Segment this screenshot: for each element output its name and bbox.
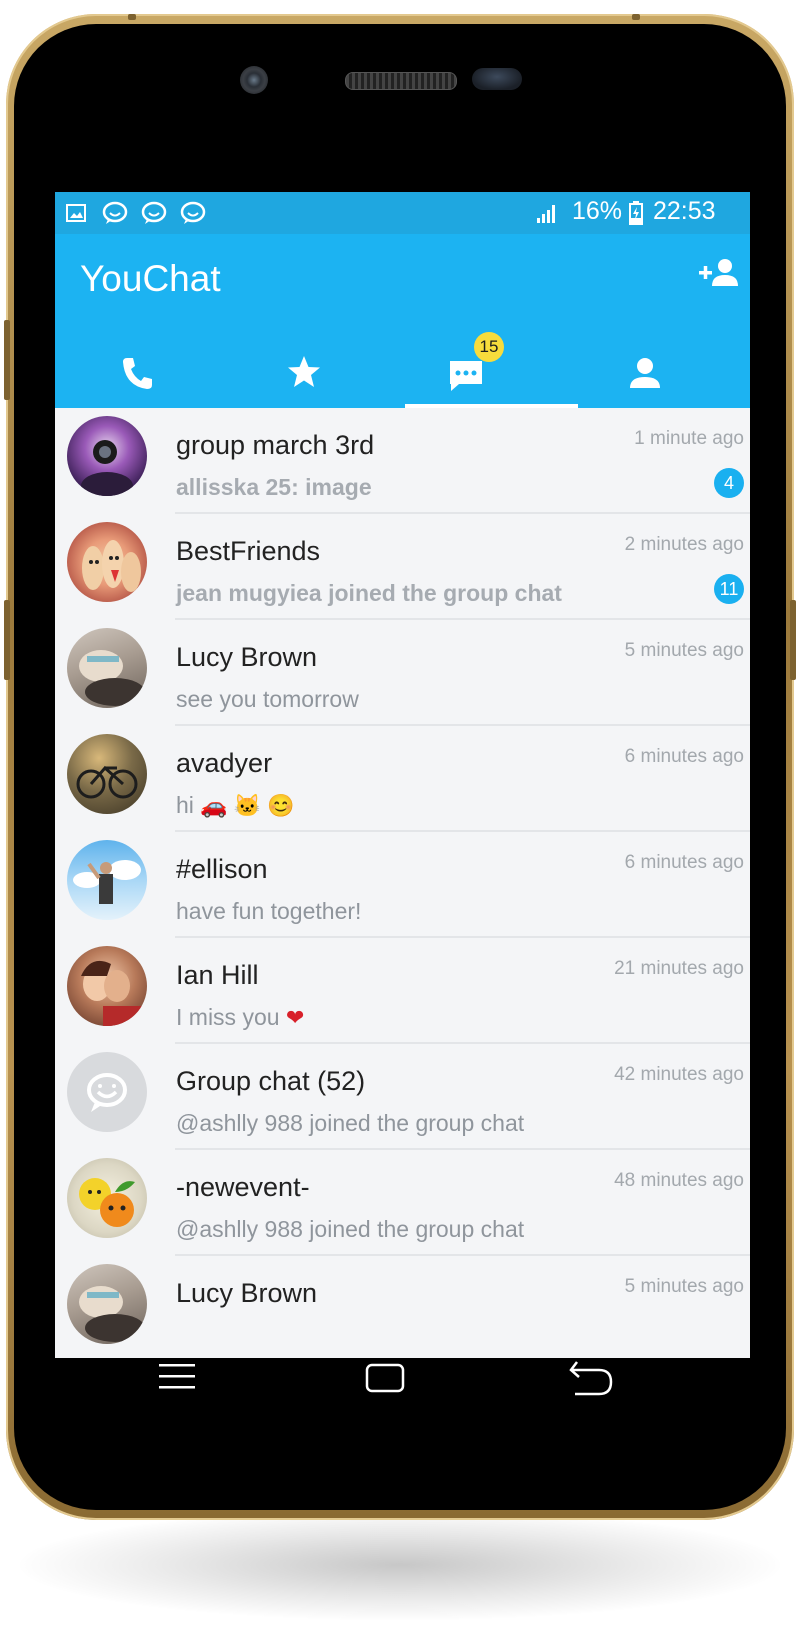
chat-name: Lucy Brown <box>176 642 318 672</box>
frame-notch <box>632 14 640 20</box>
chat-preview: I miss you ❤ <box>176 1004 304 1031</box>
chat-preview: jean mugyiea joined the group chat <box>176 580 562 606</box>
front-camera-icon <box>240 66 268 94</box>
group-chat-icon <box>87 1073 127 1112</box>
tab-contacts[interactable] <box>574 342 747 406</box>
chat-icon <box>141 201 167 224</box>
chat-preview-text: I miss you <box>176 1004 280 1030</box>
list-item[interactable]: Lucy Brown see you tomorrow 5 minutes ag… <box>55 620 750 726</box>
avatar <box>67 416 147 496</box>
chat-time: 6 minutes ago <box>624 852 744 873</box>
navigation-bar <box>55 1358 750 1468</box>
chat-preview: hi 🚗 🐱 😊 <box>176 792 295 819</box>
chat-preview: have fun together! <box>176 898 362 924</box>
chat-time: 6 minutes ago <box>624 746 744 767</box>
list-item[interactable]: Ian Hill I miss you ❤ 21 minutes ago <box>55 938 750 1044</box>
chat-preview: @ashlly 988 joined the group chat <box>176 1110 525 1136</box>
signal-icon <box>537 205 555 223</box>
chat-time: 48 minutes ago <box>614 1170 744 1191</box>
chat-name: Ian Hill <box>176 960 259 990</box>
chat-name: BestFriends <box>176 536 321 566</box>
chat-time: 5 minutes ago <box>624 640 744 661</box>
emoji-set: 🚗 🐱 😊 <box>200 793 295 818</box>
star-icon <box>288 356 320 387</box>
phone-shadow <box>20 1510 780 1620</box>
power-button <box>790 600 796 680</box>
chat-icon <box>102 201 128 224</box>
unread-badge: 11 <box>714 574 744 604</box>
battery-percent: 16% <box>572 197 623 225</box>
status-bar: 16% 22:53 <box>55 192 750 234</box>
avatar <box>67 1052 147 1132</box>
avatar <box>67 946 147 1026</box>
chat-time: 1 minute ago <box>634 428 744 449</box>
earpiece-speaker <box>345 72 457 90</box>
tab-favorites[interactable] <box>228 342 401 406</box>
avatar <box>67 734 147 814</box>
chat-name: group march 3rd <box>176 430 375 460</box>
volume-button <box>4 320 10 400</box>
avatar <box>67 840 147 920</box>
chat-icon <box>180 201 206 224</box>
list-item[interactable]: group march 3rd allisska 25: image 1 min… <box>55 408 750 514</box>
chat-time: 42 minutes ago <box>614 1064 744 1085</box>
chat-preview: see you tomorrow <box>176 686 359 712</box>
unread-badge: 4 <box>714 468 744 498</box>
app-bar: YouChat <box>55 234 750 408</box>
person-icon <box>630 358 660 388</box>
chat-preview-text: hi <box>176 792 194 818</box>
tab-calls[interactable] <box>55 342 228 406</box>
screen: 16% 22:53 YouChat 15 group march 3rd all… <box>55 192 750 1358</box>
chat-name: Lucy Brown <box>176 1278 318 1308</box>
avatar <box>67 522 147 602</box>
chat-preview: @ashlly 988 joined the group chat <box>176 1216 525 1242</box>
menu-icon[interactable] <box>159 1362 195 1392</box>
list-item[interactable]: Lucy Brown 5 minutes ago <box>55 1256 750 1358</box>
tab-badge: 15 <box>474 332 504 362</box>
app-title: YouChat <box>80 258 221 299</box>
list-item[interactable]: BestFriends jean mugyiea joined the grou… <box>55 514 750 620</box>
list-item[interactable]: avadyer hi 🚗 🐱 😊 6 minutes ago <box>55 726 750 832</box>
frame-notch <box>128 14 136 20</box>
chat-name: -newevent- <box>176 1172 310 1202</box>
chat-bubble-icon <box>450 361 482 391</box>
avatar <box>67 628 147 708</box>
chat-time: 21 minutes ago <box>614 958 744 979</box>
list-item[interactable]: Group chat (52) @ashlly 988 joined the g… <box>55 1044 750 1150</box>
heart-emoji: ❤ <box>285 1005 305 1030</box>
list-item[interactable]: -newevent- @ashlly 988 joined the group … <box>55 1150 750 1256</box>
proximity-sensor <box>472 68 522 90</box>
avatar <box>67 1158 147 1238</box>
image-icon <box>66 204 86 222</box>
back-icon[interactable] <box>569 1358 613 1398</box>
battery-icon <box>629 201 643 225</box>
chat-preview: allisska 25: image <box>176 474 372 500</box>
phone-icon <box>123 358 152 389</box>
chat-time: 2 minutes ago <box>624 534 744 555</box>
add-contact-icon[interactable] <box>698 258 742 288</box>
avatar <box>67 1264 147 1344</box>
chat-name: #ellison <box>176 854 268 884</box>
list-item[interactable]: #ellison have fun together! 6 minutes ag… <box>55 832 750 938</box>
chat-time: 5 minutes ago <box>624 1276 744 1297</box>
home-icon[interactable] <box>365 1362 405 1394</box>
chat-name: Group chat (52) <box>176 1066 366 1096</box>
chat-name: avadyer <box>176 748 273 778</box>
clock: 22:53 <box>653 197 716 225</box>
volume-button <box>4 600 10 680</box>
